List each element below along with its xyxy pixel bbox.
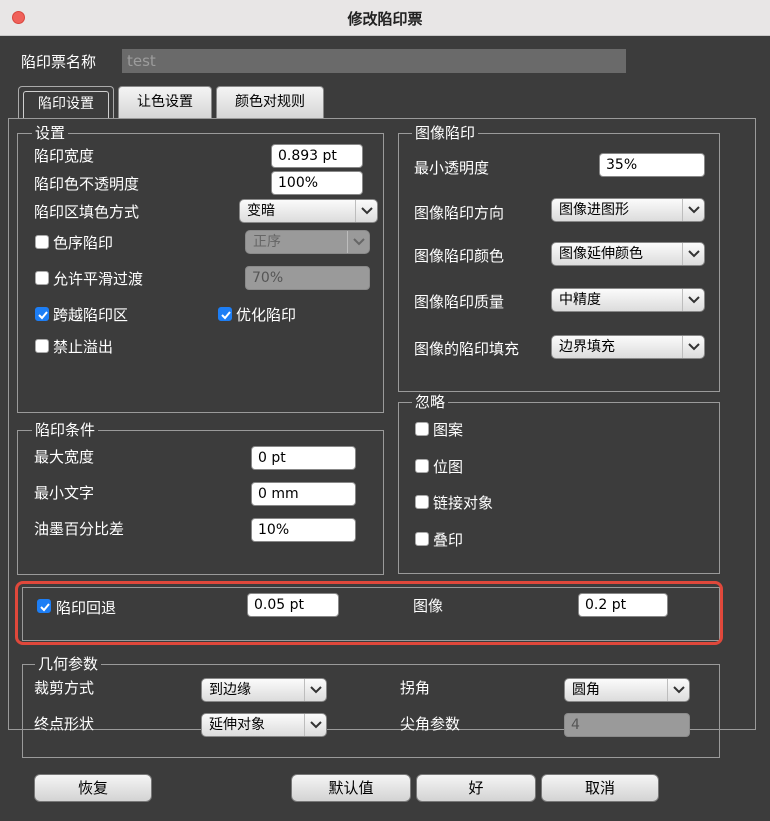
smooth-transition-checkbox[interactable] <box>35 271 49 285</box>
image-trap-quality-value: 中精度 <box>559 292 601 308</box>
endpoint-shape-select[interactable]: 延伸对象 <box>201 713 327 737</box>
endpoint-shape-label: 终点形状 <box>34 715 95 733</box>
trap-conditions-group-title: 陷印条件 <box>32 421 99 439</box>
tab-color-pair-rules[interactable]: 颜色对规则 <box>216 86 324 118</box>
ignore-overprint-label: 叠印 <box>433 531 464 549</box>
image-trap-fill-select[interactable]: 边界填充 <box>551 335 705 359</box>
ignore-link-label: 链接对象 <box>433 494 494 512</box>
ignore-pattern-checkbox[interactable] <box>415 422 429 436</box>
ignore-overprint-checkbox[interactable] <box>415 532 429 546</box>
window-title: 修改陷印票 <box>347 10 423 28</box>
ignore-bitmap-label: 位图 <box>433 458 464 476</box>
fill-mode-value: 变暗 <box>247 203 275 219</box>
clip-mode-value: 到边缘 <box>209 682 251 698</box>
smooth-transition-input: 70% <box>245 266 370 290</box>
image-trap-color-select[interactable]: 图像延伸颜色 <box>551 242 705 266</box>
endpoint-shape-value: 延伸对象 <box>209 717 265 733</box>
default-button[interactable]: 默认值 <box>291 774 411 802</box>
optimize-trap-label: 优化陷印 <box>236 306 297 324</box>
chevron-down-icon <box>682 243 704 265</box>
ok-button[interactable]: 好 <box>416 774 536 802</box>
chevron-down-icon <box>304 679 326 701</box>
dialog-body: 陷印票名称 test 陷印设置 让色设置 颜色对规则 设置 陷印宽度 0.893… <box>0 36 770 821</box>
min-text-input[interactable]: 0 mm <box>251 482 356 506</box>
miter-limit-input: 4 <box>564 713 690 737</box>
image-trap-direction-label: 图像陷印方向 <box>414 204 505 222</box>
corner-select[interactable]: 圆角 <box>564 678 690 702</box>
title-bar: 修改陷印票 <box>0 0 770 36</box>
miter-limit-label: 尖角参数 <box>400 715 461 733</box>
ignore-group-title: 忽略 <box>412 393 449 411</box>
image-trap-quality-select[interactable]: 中精度 <box>551 288 705 312</box>
cross-trap-checkbox[interactable] <box>35 307 49 321</box>
fill-mode-label: 陷印区填色方式 <box>34 203 140 221</box>
image-trap-quality-label: 图像陷印质量 <box>414 293 505 311</box>
trap-ticket-name-label: 陷印票名称 <box>21 53 97 71</box>
ink-diff-label: 油墨百分比差 <box>34 520 125 538</box>
clip-mode-select[interactable]: 到边缘 <box>201 678 327 702</box>
sequence-trap-label: 色序陷印 <box>53 234 114 252</box>
highlight-frame <box>15 581 723 645</box>
chevron-down-icon <box>304 714 326 736</box>
corner-label: 拐角 <box>400 679 431 697</box>
settings-group-title: 设置 <box>32 124 69 142</box>
image-trap-direction-value: 图像进图形 <box>559 202 629 218</box>
chevron-down-icon <box>682 336 704 358</box>
chevron-down-icon <box>667 679 689 701</box>
min-opacity-label: 最小透明度 <box>414 159 490 177</box>
ignore-pattern-label: 图案 <box>433 421 464 439</box>
sequence-order-select: 正序 <box>245 230 370 254</box>
min-text-label: 最小文字 <box>34 484 95 502</box>
image-trap-fill-value: 边界填充 <box>559 339 615 355</box>
geometry-group-title: 几何参数 <box>35 655 102 673</box>
ink-diff-input[interactable]: 10% <box>251 518 356 542</box>
tab-knockout-settings[interactable]: 让色设置 <box>118 86 212 118</box>
restore-button[interactable]: 恢复 <box>34 774 152 802</box>
image-trap-group-title: 图像陷印 <box>412 124 479 142</box>
no-overflow-label: 禁止溢出 <box>53 338 114 356</box>
corner-value: 圆角 <box>572 682 600 698</box>
trap-ticket-name-input[interactable]: test <box>122 49 626 73</box>
image-trap-direction-select[interactable]: 图像进图形 <box>551 198 705 222</box>
cancel-button[interactable]: 取消 <box>541 774 659 802</box>
trap-width-input[interactable]: 0.893 pt <box>271 144 363 168</box>
ignore-link-checkbox[interactable] <box>415 495 429 509</box>
smooth-transition-label: 允许平滑过渡 <box>53 270 144 288</box>
tab-trap-settings-label: 陷印设置 <box>23 91 109 118</box>
max-width-label: 最大宽度 <box>34 448 95 466</box>
clip-mode-label: 裁剪方式 <box>34 679 95 697</box>
chevron-down-icon <box>347 231 369 253</box>
image-trap-color-label: 图像陷印颜色 <box>414 247 505 265</box>
ignore-bitmap-checkbox[interactable] <box>415 459 429 473</box>
image-trap-color-value: 图像延伸颜色 <box>559 246 643 262</box>
trap-width-label: 陷印宽度 <box>34 147 95 165</box>
optimize-trap-checkbox[interactable] <box>218 307 232 321</box>
image-trap-fill-label: 图像的陷印填充 <box>414 340 520 358</box>
trap-opacity-input[interactable]: 100% <box>271 171 363 195</box>
min-opacity-input[interactable]: 35% <box>599 153 705 177</box>
tab-trap-settings[interactable]: 陷印设置 <box>18 86 114 118</box>
fill-mode-select[interactable]: 变暗 <box>239 199 378 223</box>
trap-opacity-label: 陷印色不透明度 <box>34 175 140 193</box>
sequence-trap-checkbox[interactable] <box>35 235 49 249</box>
no-overflow-checkbox[interactable] <box>35 339 49 353</box>
chevron-down-icon <box>682 289 704 311</box>
cross-trap-label: 跨越陷印区 <box>53 306 129 324</box>
sequence-order-value: 正序 <box>253 234 281 250</box>
chevron-down-icon <box>682 199 704 221</box>
max-width-input[interactable]: 0 pt <box>251 446 356 470</box>
chevron-down-icon <box>355 200 377 222</box>
